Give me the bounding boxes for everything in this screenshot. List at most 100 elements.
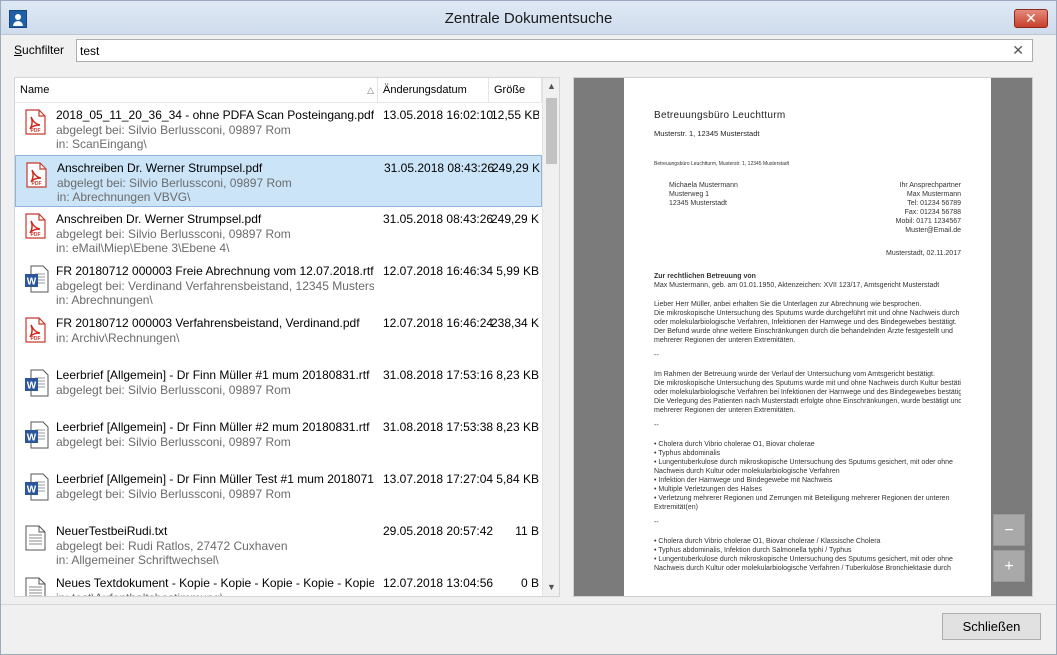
row-filename: 2018_05_11_20_36_34 - ohne PDFA Scan Pos… xyxy=(56,108,374,122)
row-name-cell: Leerbrief [Allgemein] - Dr Finn Müller #… xyxy=(56,420,374,449)
preview-text-line: Lieber Herr Müller, anbei erhalten Sie d… xyxy=(654,301,922,308)
row-date: 31.08.2018 17:53:16 xyxy=(383,368,494,382)
zoom-in-button[interactable]: + xyxy=(993,550,1025,582)
row-name-cell: FR 20180712 000003 Verfahrensbeistand, V… xyxy=(56,316,374,345)
table-row[interactable]: W Leerbrief [Allgemein] - Dr Finn Müller … xyxy=(15,363,542,415)
table-row[interactable]: PDF 2018_05_11_20_36_34 - ohne PDFA Scan … xyxy=(15,103,542,155)
row-filename: Anschreiben Dr. Werner Strumpsel.pdf xyxy=(57,161,263,175)
search-filter-input[interactable] xyxy=(80,42,1000,59)
row-date: 31.08.2018 17:53:38 xyxy=(383,420,494,434)
preview-bullet-line: • Typhus abdominalis, Infektion durch Sa… xyxy=(654,547,852,554)
text-file-icon xyxy=(25,525,46,551)
row-filename: FR 20180712 000003 Verfahrensbeistand, V… xyxy=(56,316,360,330)
preview-contact-line: Muster@Email.de xyxy=(905,227,961,234)
column-header-size[interactable]: Größe xyxy=(489,78,542,103)
preview-bullet-list-1: • Cholera durch Vibrio cholerae O1, Biov… xyxy=(654,440,961,512)
close-dialog-button[interactable]: Schließen xyxy=(942,613,1041,640)
preview-bullet-line: Extremität(en) xyxy=(654,504,698,511)
scroll-down-icon[interactable]: ▼ xyxy=(543,579,559,596)
row-name-cell: FR 20180712 000003 Freie Abrechnung vom … xyxy=(56,264,374,308)
preview-text-line: Die mikroskopische Untersuchung des Sput… xyxy=(654,310,961,317)
preview-page: Betreuungsbüro Leuchtturm Musterstr. 1, … xyxy=(624,78,991,596)
table-row[interactable]: NeuerTestbeiRudi.txt abgelegt bei: Rudi R… xyxy=(15,519,542,571)
table-row[interactable]: PDF FR 20180712 000003 Verfahrensbeistand… xyxy=(15,311,542,363)
row-name-cell: 2018_05_11_20_36_34 - ohne PDFA Scan Pos… xyxy=(56,108,374,152)
preview-bullet-line: Nachweis durch Kultur oder molekularbiol… xyxy=(654,468,840,475)
row-date: 31.05.2018 08:43:26 xyxy=(384,161,495,175)
row-date: 13.05.2018 16:02:10 xyxy=(383,108,494,122)
clear-search-icon[interactable]: ✕ xyxy=(1012,42,1024,59)
row-location: abgelegt bei: Silvio Berlussconi, 09897 … xyxy=(56,122,291,137)
row-date: 12.07.2018 16:46:34 xyxy=(383,264,494,278)
row-date: 13.07.2018 17:27:04 xyxy=(383,472,494,486)
preview-separator-2: -- xyxy=(654,422,659,429)
row-name-cell: Leerbrief [Allgemein] - Dr Finn Müller T… xyxy=(56,472,374,501)
preview-sender-line: Betreuungsbüro Leuchtturm, Musterstr. 1,… xyxy=(654,161,790,167)
preview-paragraph-2: Im Rahmen der Betreuung wurde der Verlau… xyxy=(654,370,961,415)
svg-text:W: W xyxy=(27,433,37,444)
preview-text-line: Die mikroskopische Untersuchung des Sput… xyxy=(654,380,961,387)
zoom-in-icon: + xyxy=(1004,558,1014,575)
search-filter-label-accesskey: S xyxy=(14,43,23,57)
pdf-file-icon: PDF xyxy=(25,317,46,343)
title-bar[interactable]: Zentrale Dokumentsuche ✕ xyxy=(1,1,1056,35)
table-row[interactable]: W Leerbrief [Allgemein] - Dr Finn Müller … xyxy=(15,467,542,519)
row-folder: in: Abrechnungen VBVG\ xyxy=(57,190,191,204)
row-size: 8,23 KB xyxy=(496,420,539,434)
preview-bullet-line: • Cholera durch Vibrio cholerae O1, Biov… xyxy=(654,441,815,448)
table-row[interactable]: PDF Anschreiben Dr. Werner Strumpsel.pdf a… xyxy=(15,207,542,259)
table-row[interactable]: W FR 20180712 000003 Freie Abrechnung vom… xyxy=(15,259,542,311)
preview-text-line: Im Rahmen der Betreuung wurde der Verlau… xyxy=(654,371,935,378)
row-location: abgelegt bei: Silvio Berlussconi, 09897 … xyxy=(57,175,292,190)
document-list[interactable]: Name △ Änderungsdatum Größe PDF 2018_05_1… xyxy=(14,77,560,597)
preview-bullet-line: • Lungentuberkulose durch mikroskopische… xyxy=(654,556,953,563)
row-size: 0 B xyxy=(520,576,539,590)
window-close-button[interactable]: ✕ xyxy=(1014,9,1048,28)
row-folder: in: Allgemeiner Schriftwechsel\ xyxy=(56,553,219,567)
document-preview[interactable]: Betreuungsbüro Leuchtturm Musterstr. 1, … xyxy=(573,77,1033,597)
row-size: 249,29 KB xyxy=(492,161,540,175)
table-row[interactable]: Neues Textdokument - Kopie - Kopie - Kop… xyxy=(15,571,542,597)
preview-bullet-line: • Cholera durch Vibrio cholerae O1, Biov… xyxy=(654,538,881,545)
svg-text:W: W xyxy=(27,277,37,288)
preview-bullet-line: Nachweis durch Kultur oder molekularbiol… xyxy=(654,565,951,572)
table-row[interactable]: PDF Anschreiben Dr. Werner Strumpsel.pdf a… xyxy=(15,155,542,207)
svg-text:PDF: PDF xyxy=(32,181,42,187)
word-document-icon: W xyxy=(25,421,49,449)
preview-contact-line: Fax: 01234 56788 xyxy=(904,209,961,216)
preview-recipient: Michaela Mustermann Musterweg 1 12345 Must… xyxy=(669,181,738,208)
zoom-out-button[interactable]: − xyxy=(993,514,1025,546)
preview-text-line: mehrerer Regionen der unteren Extremität… xyxy=(654,337,796,344)
row-location: in: test\Aufenthaltsbestimmung\ xyxy=(56,591,374,597)
row-size: 238,34 KB xyxy=(491,316,539,330)
sort-ascending-icon: △ xyxy=(367,85,374,95)
preview-subject: Zur rechtlichen Betreuung von xyxy=(654,273,756,280)
zoom-out-icon: − xyxy=(1004,522,1014,539)
column-header-name-label: Name xyxy=(20,84,50,96)
word-document-icon: W xyxy=(25,369,49,397)
table-row[interactable]: W Leerbrief [Allgemein] - Dr Finn Müller … xyxy=(15,415,542,467)
preview-bullet-line: • Verletzung mehrerer Regionen und Zerru… xyxy=(654,495,950,502)
row-name-cell: Anschreiben Dr. Werner Strumpsel.pdf abge… xyxy=(56,212,374,256)
footer: Schließen xyxy=(1,605,1056,654)
list-vertical-scrollbar[interactable]: ▲ ▼ xyxy=(542,78,559,596)
preview-text-line: Die Verlegung des Patienten nach Musters… xyxy=(654,398,961,405)
row-filename: Leerbrief [Allgemein] - Dr Finn Müller #… xyxy=(56,420,370,434)
row-name-cell: Anschreiben Dr. Werner Strumpsel.pdf abge… xyxy=(57,161,375,205)
row-name-cell: Neues Textdokument - Kopie - Kopie - Kop… xyxy=(56,576,374,597)
preview-heading: Betreuungsbüro Leuchtturm xyxy=(654,110,786,121)
column-header-date[interactable]: Änderungsdatum xyxy=(378,78,489,103)
row-size: 5,99 KB xyxy=(496,264,539,278)
row-size: 12,55 KB xyxy=(491,108,539,122)
preview-text-line: Der Befund wurde ohne weitere Einschränk… xyxy=(654,328,953,335)
preview-paragraph-1: Lieber Herr Müller, anbei erhalten Sie d… xyxy=(654,300,961,345)
scrollbar-thumb[interactable] xyxy=(546,98,557,164)
preview-recipient-line: Michaela Mustermann xyxy=(669,182,738,189)
scroll-up-icon[interactable]: ▲ xyxy=(543,78,559,95)
row-date: 31.05.2018 08:43:26 xyxy=(383,212,494,226)
preview-contact-line: Max Mustermann xyxy=(906,191,961,198)
row-filename: Anschreiben Dr. Werner Strumpsel.pdf xyxy=(56,212,262,226)
search-filter-box[interactable]: ✕ xyxy=(76,39,1033,62)
column-header-name[interactable]: Name △ xyxy=(15,78,378,103)
row-location: abgelegt bei: Silvio Berlussconi, 09897 … xyxy=(56,226,291,241)
